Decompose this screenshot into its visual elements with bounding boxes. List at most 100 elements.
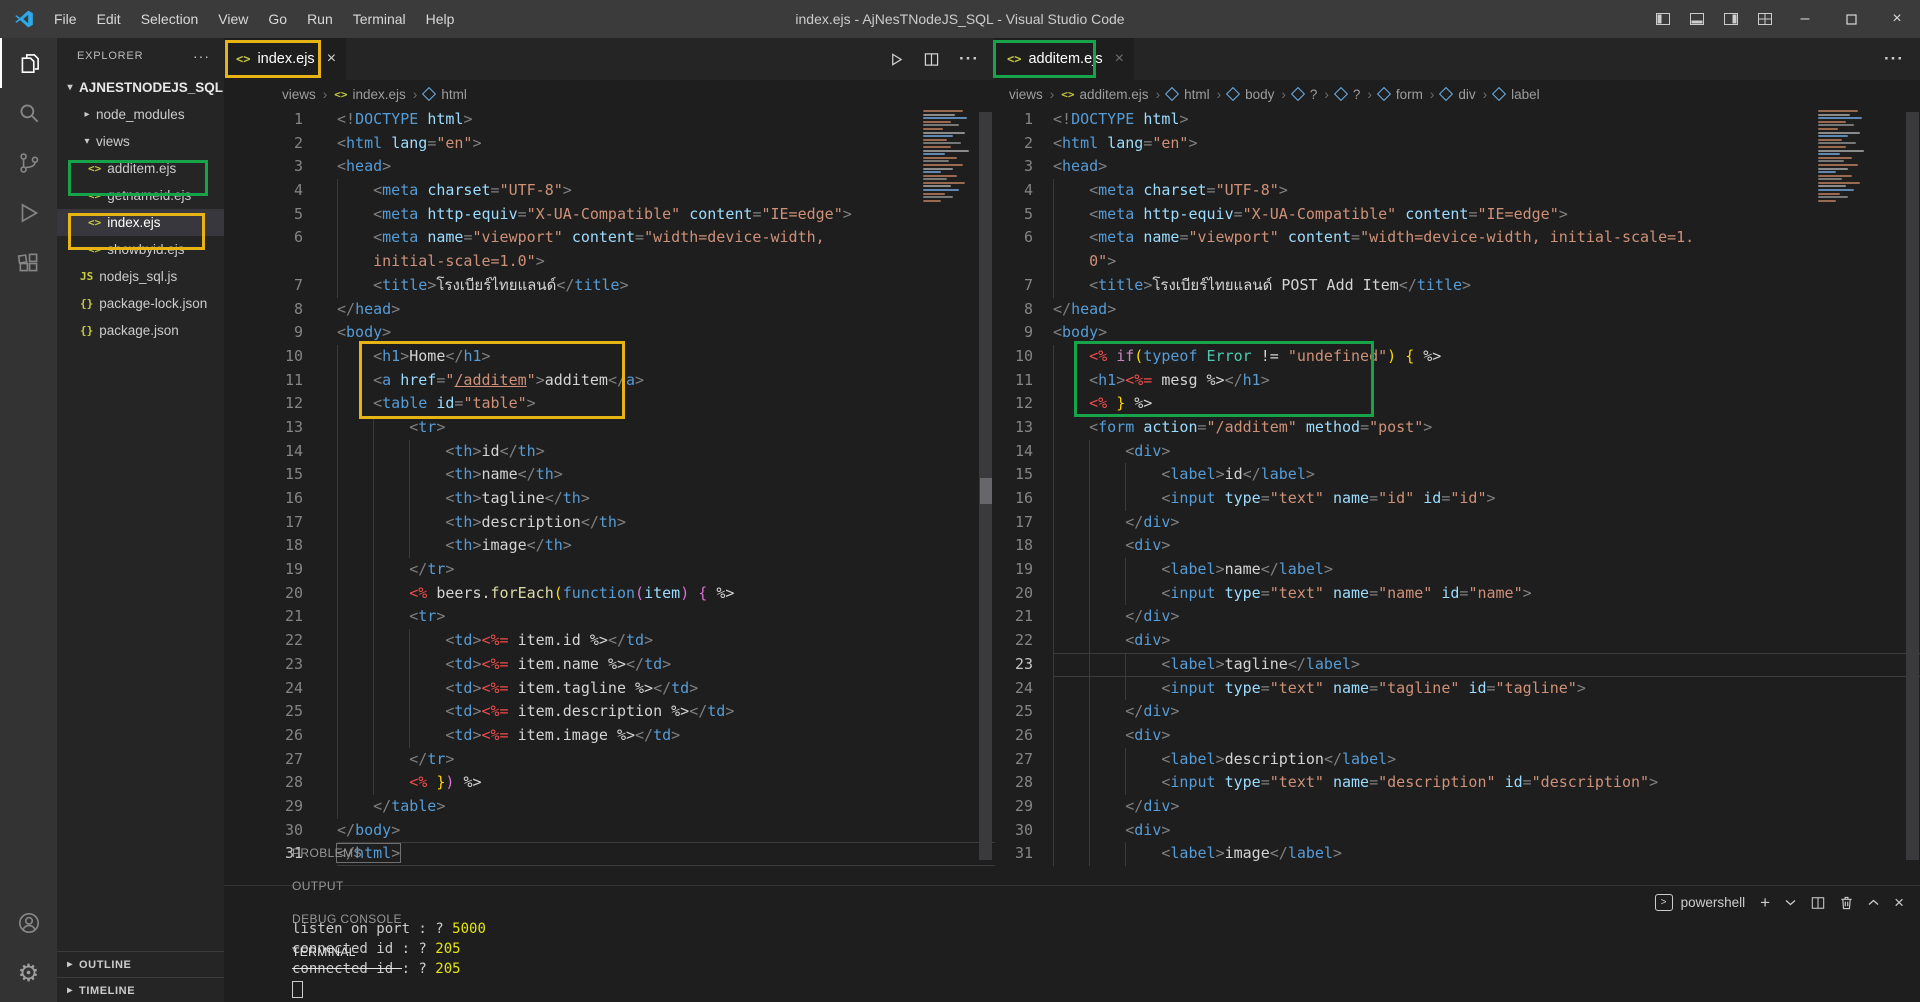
code-line[interactable]: <th>image</th> — [337, 534, 995, 558]
code-line[interactable]: <% } %> — [1053, 392, 1920, 416]
toggle-panel-icon[interactable] — [1680, 0, 1714, 38]
panel-tab-terminal[interactable]: TERMINAL — [292, 936, 402, 969]
code-line[interactable]: <div> — [1053, 534, 1920, 558]
close-window-button[interactable]: × — [1874, 0, 1920, 38]
breadcrumb-item[interactable]: html — [1184, 87, 1210, 102]
code-line[interactable]: initial-scale=1.0"> — [337, 250, 995, 274]
code-line[interactable]: <a href="/additem">additem</a> — [337, 369, 995, 393]
code-line[interactable]: <tr> — [337, 416, 995, 440]
breadcrumb[interactable]: views›<>index.ejs›html — [224, 80, 995, 108]
code-line[interactable]: </div> — [1053, 511, 1920, 535]
code-line[interactable]: <th>name</th> — [337, 463, 995, 487]
toggle-sidebar-icon[interactable] — [1646, 0, 1680, 38]
search-icon[interactable] — [0, 88, 57, 138]
settings-gear-icon[interactable]: ⚙ — [0, 948, 57, 998]
menu-go[interactable]: Go — [258, 11, 297, 27]
menu-view[interactable]: View — [208, 11, 258, 27]
code-line[interactable]: <th>description</th> — [337, 511, 995, 535]
code-line[interactable]: <title>โรงเบียร์ไทยแลนด์</title> — [337, 274, 995, 298]
scrollbar[interactable] — [1906, 112, 1919, 860]
code-line[interactable]: <!DOCTYPE html> — [337, 108, 995, 132]
code-line[interactable]: <div> — [1053, 629, 1920, 653]
code-line[interactable]: <html lang="en"> — [337, 132, 995, 156]
terminal-dropdown-icon[interactable] — [1785, 899, 1796, 906]
code-line[interactable]: <td><%= item.image %></td> — [337, 724, 995, 748]
tab-additem-ejs[interactable]: <> additem.ejs × — [995, 38, 1134, 80]
panel-tab-debug-console[interactable]: DEBUG CONSOLE — [292, 903, 402, 936]
code-line[interactable]: <% beers.forEach(function(item) { %> — [337, 582, 995, 606]
sidebar-item-index-ejs[interactable]: <>index.ejs — [57, 209, 224, 236]
code-line[interactable]: <input type="text" name="id" id="id"> — [1053, 487, 1920, 511]
code-line[interactable]: <head> — [337, 155, 995, 179]
code-line[interactable]: <meta charset="UTF-8"> — [337, 179, 995, 203]
extensions-icon[interactable] — [0, 238, 57, 288]
code-content[interactable]: <!DOCTYPE html><html lang="en"><head> <m… — [1033, 108, 1920, 885]
code-line[interactable]: </head> — [1053, 298, 1920, 322]
code-line[interactable]: <td><%= item.description %></td> — [337, 700, 995, 724]
code-line[interactable]: </div> — [1053, 795, 1920, 819]
minimap[interactable] — [1818, 110, 1888, 203]
code-line[interactable]: </tr> — [337, 748, 995, 772]
split-editor-icon[interactable] — [924, 52, 939, 67]
menu-run[interactable]: Run — [297, 11, 343, 27]
breadcrumb-item[interactable]: additem.ejs — [1080, 87, 1149, 102]
minimize-button[interactable]: – — [1782, 0, 1828, 38]
breadcrumb[interactable]: views›<>additem.ejs›html›body›?›?›form›d… — [995, 80, 1920, 108]
close-panel-icon[interactable]: × — [1894, 893, 1904, 913]
split-terminal-icon[interactable] — [1811, 896, 1825, 910]
breadcrumb-item[interactable]: ? — [1310, 87, 1318, 102]
sidebar-item-getnameid-ejs[interactable]: <>getnameid.ejs — [57, 182, 224, 209]
code-line[interactable]: <table id="table"> — [337, 392, 995, 416]
code-line[interactable]: <h1>Home</h1> — [337, 345, 995, 369]
sidebar-item-additem-ejs[interactable]: <>additem.ejs — [57, 155, 224, 182]
code-line[interactable]: </div> — [1053, 605, 1920, 629]
maximize-panel-icon[interactable] — [1868, 899, 1879, 906]
breadcrumb-item[interactable]: views — [282, 87, 316, 102]
menu-selection[interactable]: Selection — [131, 11, 209, 27]
maximize-button[interactable] — [1828, 0, 1874, 38]
breadcrumb-item[interactable]: html — [441, 87, 467, 102]
breadcrumb-item[interactable]: ? — [1353, 87, 1361, 102]
code-line[interactable]: <h1><%= mesg %></h1> — [1053, 369, 1920, 393]
sidebar-item-showbyid-ejs[interactable]: <>showbyid.ejs — [57, 236, 224, 263]
scrollbar-handle[interactable] — [980, 478, 992, 504]
code-line[interactable]: <head> — [1053, 155, 1920, 179]
shell-name[interactable]: powershell — [1681, 895, 1746, 910]
new-terminal-icon[interactable]: + — [1760, 893, 1770, 913]
code-content[interactable]: <!DOCTYPE html><html lang="en"><head> <m… — [303, 108, 995, 885]
account-icon[interactable] — [0, 898, 57, 948]
code-line[interactable]: <tr> — [337, 605, 995, 629]
explorer-icon[interactable] — [0, 38, 57, 88]
code-line[interactable]: <td><%= item.tagline %></td> — [337, 677, 995, 701]
source-control-icon[interactable] — [0, 138, 57, 188]
panel-tab-problems[interactable]: PROBLEMS — [292, 837, 402, 870]
more-actions-icon[interactable]: ··· — [1884, 49, 1904, 69]
close-tab-icon[interactable]: × — [327, 50, 336, 68]
code-line[interactable]: <div> — [1053, 440, 1920, 464]
code-line[interactable]: <!DOCTYPE html> — [1053, 108, 1920, 132]
run-file-icon[interactable] — [889, 52, 904, 67]
menu-file[interactable]: File — [44, 11, 87, 27]
code-line[interactable]: </body> — [337, 819, 995, 843]
code-line[interactable]: <input type="text" name="description" id… — [1053, 771, 1920, 795]
outline-section[interactable]: ▸ OUTLINE — [57, 951, 224, 977]
code-line[interactable]: <html lang="en"> — [1053, 132, 1920, 156]
tab-index-ejs[interactable]: <> index.ejs × — [224, 38, 346, 80]
more-actions-icon[interactable]: ··· — [959, 49, 979, 69]
kill-terminal-trash-icon[interactable] — [1840, 896, 1853, 910]
code-line[interactable]: <th>id</th> — [337, 440, 995, 464]
code-line[interactable]: </html> — [337, 842, 995, 866]
toggle-secondary-sidebar-icon[interactable] — [1714, 0, 1748, 38]
code-line[interactable]: <label>id</label> — [1053, 463, 1920, 487]
breadcrumb-item[interactable]: views — [1009, 87, 1043, 102]
sidebar-item-views[interactable]: ▾views — [57, 128, 224, 155]
breadcrumb-item[interactable]: label — [1511, 87, 1540, 102]
sidebar-more-actions-icon[interactable]: ··· — [193, 48, 224, 64]
code-line[interactable]: <meta charset="UTF-8"> — [1053, 179, 1920, 203]
code-line[interactable]: 0"> — [1053, 250, 1920, 274]
code-line[interactable]: </div> — [1053, 700, 1920, 724]
code-line[interactable]: <label>name</label> — [1053, 558, 1920, 582]
sidebar-item-package-json[interactable]: {}package.json — [57, 317, 224, 344]
code-line[interactable]: <input type="text" name="tagline" id="ta… — [1053, 677, 1920, 701]
menu-terminal[interactable]: Terminal — [343, 11, 416, 27]
